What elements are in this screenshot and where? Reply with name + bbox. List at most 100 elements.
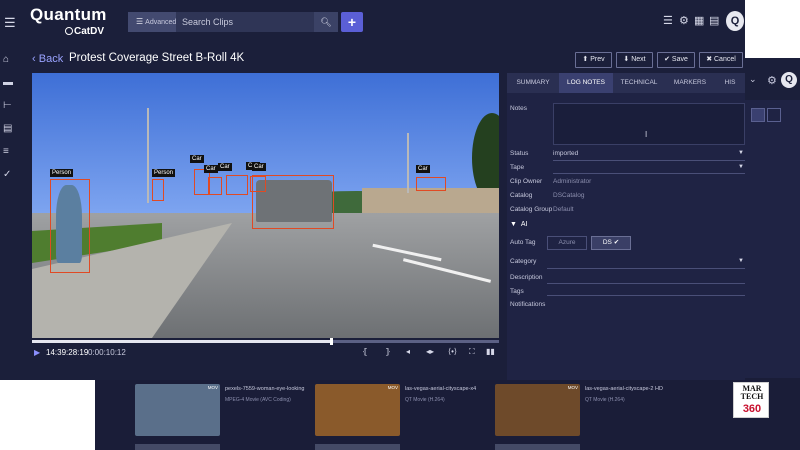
tab-log-notes[interactable]: LOG NOTES xyxy=(559,73,613,93)
tab-summary[interactable]: SUMMARY xyxy=(507,73,559,93)
chevron-down-icon: ▼ xyxy=(738,258,744,264)
menu-icon[interactable]: ☰ xyxy=(4,15,16,31)
logo-line3: 360 xyxy=(742,403,762,415)
audio-levels-icon[interactable]: ▮▮ xyxy=(486,347,495,356)
cancel-button[interactable]: ✖ Cancel xyxy=(699,52,743,68)
detection-box xyxy=(226,175,248,195)
catdv-ring-icon xyxy=(65,27,73,35)
clip-name: las-vegas-aerial-cityscape-2 HD xyxy=(585,386,663,392)
advanced-label: Advanced xyxy=(145,19,177,26)
user-avatar[interactable]: Q xyxy=(726,11,744,31)
search-input[interactable] xyxy=(178,12,312,32)
progress-fill xyxy=(32,340,331,343)
azure-button[interactable]: Azure xyxy=(547,236,587,250)
tags-field[interactable] xyxy=(547,295,745,296)
clip-name: las-vegas-aerial-cityscape-x4 xyxy=(405,386,477,392)
clip-format: QT Movie (H.264) xyxy=(585,397,625,403)
browse-clip[interactable]: MOV pexels-7559-woman-eye-looking MPEG-4 M… xyxy=(135,384,310,440)
step-forward-icon[interactable]: ◂▸ xyxy=(426,347,434,356)
detection-label: Car xyxy=(204,165,218,173)
list-view-icon[interactable] xyxy=(767,108,781,122)
clip-thumbnail[interactable]: MOV xyxy=(315,384,400,436)
chat-icon[interactable]: ▤ xyxy=(709,14,719,27)
notifications-label: Notifications xyxy=(510,301,546,308)
progress-bar[interactable] xyxy=(32,338,499,345)
prev-button[interactable]: ⬆ Prev xyxy=(575,52,612,68)
tab-technical[interactable]: TECHNICAL xyxy=(613,73,665,93)
browse-clip[interactable]: MOV las-vegas-aerial-cityscape-2 HD QT Mov… xyxy=(495,384,670,440)
ai-heading: AI xyxy=(520,221,528,228)
progress-knob[interactable] xyxy=(329,338,333,345)
player-controls: ▶ 14:39:28:19 0:00:10:12 ⦃ ⦄ ◂ ◂▸ ⟨•⟩ ⛶ … xyxy=(32,345,499,361)
catalog-label: Catalog xyxy=(510,192,533,199)
detection-box xyxy=(50,179,90,273)
ds-label: DS xyxy=(602,239,612,246)
tab-his[interactable]: HIS xyxy=(715,73,745,93)
next-label: Next xyxy=(631,56,646,63)
browse-row: MOV pexels-7559-woman-eye-looking MPEG-4 M… xyxy=(135,384,775,440)
tape-label: Tape xyxy=(510,164,525,171)
street-pole xyxy=(407,133,409,193)
description-field[interactable] xyxy=(547,283,745,284)
grid-view-icon[interactable] xyxy=(751,108,765,122)
calendar-icon[interactable]: ▦ xyxy=(694,14,704,27)
browse-clip[interactable]: MOV las-vegas-aerial-cityscape-x4 QT Movie… xyxy=(315,384,490,440)
detection-box xyxy=(252,175,334,229)
next-button[interactable]: ⬇ Next xyxy=(616,52,653,68)
logo-line2: TECH xyxy=(740,392,764,401)
detection-label: Person xyxy=(50,169,74,177)
fullscreen-icon[interactable]: ⛶ xyxy=(469,347,475,357)
advanced-search-button[interactable]: ☰ Advanced xyxy=(128,12,176,32)
timecode: 14:39:28:19 xyxy=(46,348,89,357)
chevron-down-icon: ▼ xyxy=(738,150,744,156)
clip-badge: MOV xyxy=(387,385,398,390)
clip-name: pexels-7559-woman-eye-looking xyxy=(225,386,305,392)
details-panel: SUMMARY LOG NOTES TECHNICAL MARKERS HIS Note… xyxy=(507,73,745,380)
clip-owner-label: Clip Owner xyxy=(510,178,543,185)
detection-label: Car xyxy=(416,165,430,173)
detection-label: Car xyxy=(218,163,232,171)
search-icon[interactable]: 🔍︎ xyxy=(314,12,338,32)
mark-out-icon[interactable]: ⦄ xyxy=(385,347,391,356)
status-select[interactable]: imported xyxy=(553,150,578,157)
clip-thumbnail[interactable]: MOV xyxy=(135,384,220,436)
tape-underline[interactable] xyxy=(553,173,745,174)
play-icon[interactable]: ▶ xyxy=(34,348,40,357)
gear-icon[interactable]: ⚙ xyxy=(679,14,689,27)
category-field[interactable] xyxy=(547,268,745,269)
check-circle-icon[interactable]: ✓ xyxy=(3,169,11,180)
home-icon[interactable]: ⌂ xyxy=(3,54,9,65)
clip-owner-value: Administrator xyxy=(553,178,592,185)
avatar: Q xyxy=(781,72,797,88)
ds-button[interactable]: DS ✔ xyxy=(591,236,631,250)
tab-markers[interactable]: MARKERS xyxy=(665,73,715,93)
clip-format: MPEG-4 Movie (AVC Coding) xyxy=(225,397,291,403)
auto-tag-label: Auto Tag xyxy=(510,239,536,246)
mark-in-icon[interactable]: ⦃ xyxy=(362,347,368,356)
detection-label: Car xyxy=(190,155,204,163)
clip-thumbnail[interactable]: MOV xyxy=(495,384,580,436)
video-frame[interactable]: PersonPersonCarCarCarCarCarCar xyxy=(32,73,499,338)
detection-box xyxy=(208,177,222,195)
check-icon: ✔ xyxy=(613,239,620,246)
list-icon[interactable]: ≡ xyxy=(3,146,9,157)
hierarchy-icon[interactable]: ⊢ xyxy=(3,100,12,111)
background-window: ⌄ ⚙ Q xyxy=(745,58,800,388)
detection-box xyxy=(152,179,164,201)
text-cursor-icon: I xyxy=(645,130,648,139)
list-menu-icon[interactable]: ☰ xyxy=(663,14,673,27)
loop-icon[interactable]: ⟨•⟩ xyxy=(448,347,457,356)
notes-field[interactable] xyxy=(553,103,745,145)
tags-label: Tags xyxy=(510,288,524,295)
add-button[interactable]: + xyxy=(341,12,363,32)
product-name: CatDV xyxy=(74,26,105,37)
document-icon[interactable]: ▤ xyxy=(3,123,12,134)
notes-label: Notes xyxy=(510,105,527,112)
briefcase-icon[interactable]: ▬ xyxy=(3,77,13,88)
save-button[interactable]: ✔ Save xyxy=(657,52,695,68)
back-link[interactable]: ‹ Back xyxy=(32,53,63,65)
save-label: Save xyxy=(671,56,688,63)
chevron-down-icon: ▼ xyxy=(738,164,744,170)
ai-section-toggle[interactable]: ▼ AI xyxy=(510,221,527,228)
step-back-icon[interactable]: ◂ xyxy=(406,347,410,356)
